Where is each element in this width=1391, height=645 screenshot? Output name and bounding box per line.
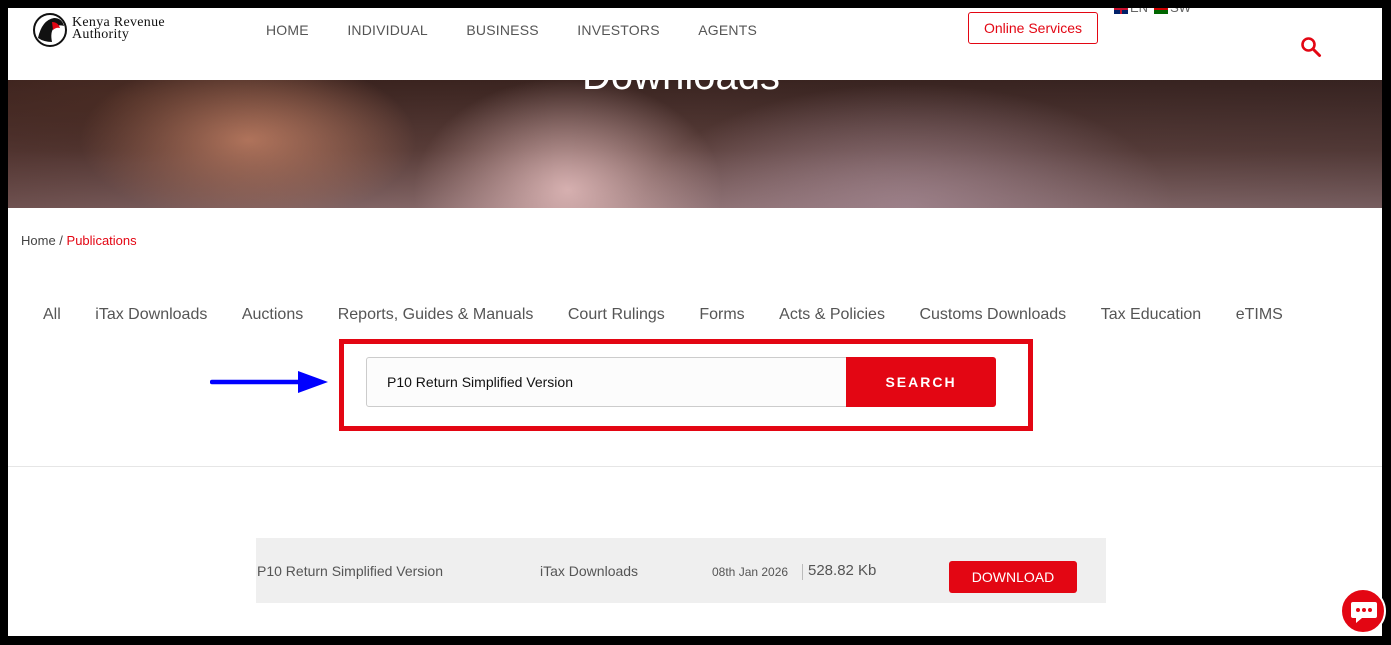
hero-image — [8, 80, 1382, 208]
hero-banner: Downloads — [8, 80, 1382, 208]
result-title: P10 Return Simplified Version — [257, 563, 443, 579]
lang-en-option[interactable]: EN — [1114, 8, 1148, 15]
tab-itax-downloads[interactable]: iTax Downloads — [95, 306, 207, 324]
logo-text-line2: Authority — [72, 27, 130, 42]
tab-forms[interactable]: Forms — [699, 306, 744, 324]
nav-home[interactable]: HOME — [266, 22, 309, 38]
divider — [8, 466, 1382, 467]
result-date: 08th Jan 2026 — [712, 565, 789, 579]
chat-button[interactable] — [1340, 588, 1386, 634]
result-row: P10 Return Simplified Version iTax Downl… — [256, 538, 1106, 603]
breadcrumb: Home / Publications — [21, 233, 137, 248]
chat-bubble-icon — [1351, 602, 1377, 623]
breadcrumb-home[interactable]: Home — [21, 233, 56, 248]
lang-en-label: EN — [1130, 8, 1148, 15]
download-button[interactable]: DOWNLOAD — [949, 561, 1077, 593]
lion-logo-icon — [33, 13, 67, 47]
online-services-button[interactable]: Online Services — [968, 12, 1098, 44]
tab-court-rulings[interactable]: Court Rulings — [568, 306, 665, 324]
category-tabs: All iTax Downloads Auctions Reports, Gui… — [43, 306, 1317, 324]
search-icon[interactable] — [1300, 36, 1322, 58]
result-size: 528.82 Kb — [808, 562, 877, 579]
result-category: iTax Downloads — [540, 563, 639, 579]
nav-investors[interactable]: INVESTORS — [577, 22, 659, 38]
tab-auctions[interactable]: Auctions — [242, 306, 303, 324]
main-nav: HOME INDIVIDUAL BUSINESS INVESTORS AGENT… — [266, 22, 796, 38]
nav-individual[interactable]: INDIVIDUAL — [347, 22, 428, 38]
page: Kenya Revenue Authority HOME INDIVIDUAL … — [8, 8, 1382, 636]
tab-tax-education[interactable]: Tax Education — [1101, 306, 1202, 324]
search-input[interactable] — [366, 357, 848, 407]
lang-sw-option[interactable]: SW — [1154, 8, 1191, 15]
result-separator — [802, 564, 803, 580]
tab-acts-policies[interactable]: Acts & Policies — [779, 306, 885, 324]
tab-all[interactable]: All — [43, 306, 61, 324]
hero-title: Downloads — [8, 80, 1354, 99]
breadcrumb-current: Publications — [66, 233, 137, 248]
nav-business[interactable]: BUSINESS — [466, 22, 538, 38]
search-button[interactable]: SEARCH — [846, 357, 996, 407]
language-switcher: EN SW — [1114, 8, 1191, 15]
nav-agents[interactable]: AGENTS — [698, 22, 757, 38]
breadcrumb-separator: / — [55, 233, 67, 248]
tab-customs-downloads[interactable]: Customs Downloads — [919, 306, 1066, 324]
site-header: Kenya Revenue Authority HOME INDIVIDUAL … — [8, 8, 1382, 80]
lang-sw-label: SW — [1170, 8, 1191, 15]
tab-reports-guides-manuals[interactable]: Reports, Guides & Manuals — [338, 306, 534, 324]
tab-etims[interactable]: eTIMS — [1236, 306, 1283, 324]
uk-flag-icon — [1114, 8, 1128, 14]
annotation-arrow-icon — [210, 371, 328, 393]
kra-logo[interactable]: Kenya Revenue Authority — [32, 12, 192, 48]
kenya-flag-icon — [1154, 8, 1169, 14]
